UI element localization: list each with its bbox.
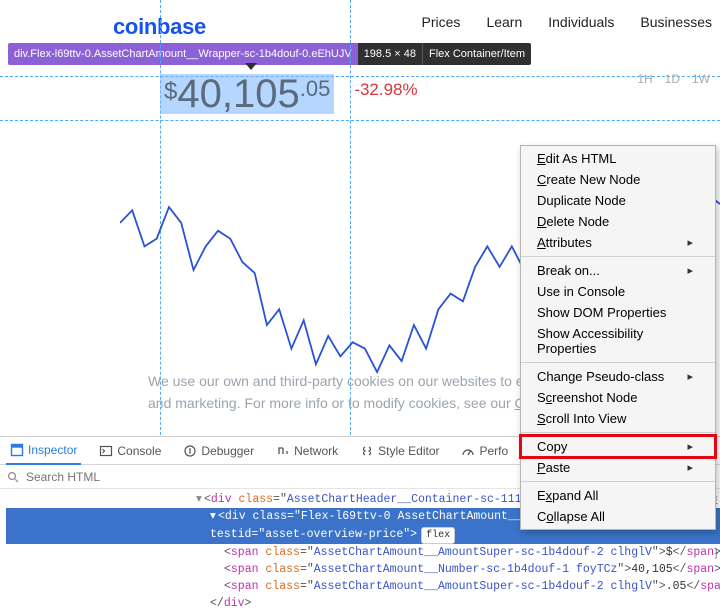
context-menu-item-label: Collapse All	[537, 509, 605, 524]
nav-individuals[interactable]: Individuals	[548, 14, 614, 30]
tab-inspector[interactable]: Inspector	[6, 437, 81, 465]
context-menu-item[interactable]: Edit As HTML	[521, 148, 715, 169]
debugger-icon	[183, 444, 197, 458]
context-menu-item[interactable]: Change Pseudo-class	[521, 366, 715, 387]
context-menu-item[interactable]: Paste	[521, 457, 715, 478]
context-menu-separator	[521, 481, 715, 482]
tab-inspector-label: Inspector	[28, 443, 77, 457]
context-menu-item[interactable]: Screenshot Node	[521, 387, 715, 408]
context-menu-item-label: Delete Node	[537, 214, 609, 229]
context-menu-separator	[521, 256, 715, 257]
context-menu-item-label: Edit As HTML	[537, 151, 616, 166]
context-menu-item[interactable]: Scroll Into View	[521, 408, 715, 429]
context-menu-item-label: Expand All	[537, 488, 598, 503]
tab-style-editor[interactable]: Style Editor	[356, 437, 443, 465]
tooltip-dimensions: 198.5 × 48	[358, 43, 422, 65]
cookie-line1: We use our own and third-party cookies o…	[148, 373, 524, 389]
context-menu-item-label: Show DOM Properties	[537, 305, 666, 320]
nav-businesses[interactable]: Businesses	[640, 14, 712, 30]
context-menu-item[interactable]: Copy	[521, 436, 715, 457]
tab-1w[interactable]: 1W	[692, 72, 710, 86]
price-minor: 05	[306, 76, 330, 102]
tab-console-label: Console	[117, 444, 161, 458]
context-menu-item-label: Create New Node	[537, 172, 640, 187]
tree-row-span2[interactable]: <span class="AssetChartAmount__Number-sc…	[6, 561, 720, 578]
tab-network-label: Network	[294, 444, 338, 458]
search-icon	[6, 470, 20, 484]
tree-row-close-div[interactable]: </div>	[6, 595, 720, 612]
tab-1d[interactable]: 1D	[665, 72, 680, 86]
context-menu-item-label: Screenshot Node	[537, 390, 637, 405]
asset-price-row: $ 40,105 . 05 -32.98%	[160, 74, 418, 114]
time-range-tabs: 1H 1D 1W	[637, 72, 710, 86]
highlight-guide-bottom	[0, 120, 720, 121]
context-menu-item[interactable]: Use in Console	[521, 281, 715, 302]
context-menu-item[interactable]: Expand All	[521, 485, 715, 506]
tab-network[interactable]: Network	[272, 437, 342, 465]
context-menu-item-label: Change Pseudo-class	[537, 369, 664, 384]
context-menu-item[interactable]: Collapse All	[521, 506, 715, 527]
context-menu-item[interactable]: Delete Node	[521, 211, 715, 232]
percent-change: -32.98%	[354, 80, 417, 100]
tab-performance[interactable]: Perfo	[457, 437, 512, 465]
console-icon	[99, 444, 113, 458]
context-menu-item[interactable]: Break on...	[521, 260, 715, 281]
context-menu-item-label: Paste	[537, 460, 570, 475]
context-menu-item-label: Scroll Into View	[537, 411, 626, 426]
context-menu-item-label: Break on...	[537, 263, 600, 278]
nav-prices[interactable]: Prices	[422, 14, 461, 30]
context-menu-item-label: Attributes	[537, 235, 592, 250]
style-icon	[360, 444, 374, 458]
css-rule-close: }	[714, 547, 718, 559]
context-menu-item[interactable]: Create New Node	[521, 169, 715, 190]
context-menu-separator	[521, 432, 715, 433]
site-header: coinbase Prices Learn Individuals Busine…	[0, 0, 720, 42]
context-menu-item[interactable]: Attributes	[521, 232, 715, 253]
tab-perf-label: Perfo	[479, 444, 508, 458]
context-menu-item[interactable]: Show DOM Properties	[521, 302, 715, 323]
tab-1h[interactable]: 1H	[637, 72, 652, 86]
performance-icon	[461, 444, 475, 458]
asset-price: $ 40,105 . 05	[160, 74, 334, 114]
price-currency: $	[164, 78, 177, 106]
tooltip-role: Flex Container/Item	[422, 43, 531, 65]
context-menu-item-label: Copy	[537, 439, 567, 454]
tab-debugger[interactable]: Debugger	[179, 437, 258, 465]
tab-style-label: Style Editor	[378, 444, 439, 458]
top-nav: Prices Learn Individuals Businesses	[422, 14, 720, 30]
tooltip-selector: div.Flex-l69ttv-0.AssetChartAmount__Wrap…	[8, 43, 358, 65]
tab-debugger-label: Debugger	[201, 444, 254, 458]
context-menu-separator	[521, 362, 715, 363]
inspector-icon	[10, 443, 24, 457]
network-icon	[276, 444, 290, 458]
tooltip-arrow-icon	[245, 63, 257, 70]
context-menu-item[interactable]: Show Accessibility Properties	[521, 323, 715, 359]
context-menu: Edit As HTML Create New Node Duplicate Nod…	[520, 145, 716, 530]
devtools-highlight-tooltip: div.Flex-l69ttv-0.AssetChartAmount__Wrap…	[8, 43, 531, 65]
nav-learn[interactable]: Learn	[486, 14, 522, 30]
tree-row-span3[interactable]: <span class="AssetChartAmount__AmountSup…	[6, 578, 720, 595]
price-major: 40,105	[177, 74, 299, 114]
tree-row-span1[interactable]: <span class="AssetChartAmount__AmountSup…	[6, 544, 720, 561]
cookie-line2a: and marketing. For more info or to modif…	[148, 395, 515, 411]
search-html-input[interactable]	[26, 470, 226, 484]
tab-console[interactable]: Console	[95, 437, 165, 465]
context-menu-item[interactable]: Duplicate Node	[521, 190, 715, 211]
context-menu-item-label: Duplicate Node	[537, 193, 626, 208]
context-menu-item-label: Use in Console	[537, 284, 625, 299]
context-menu-item-label: Show Accessibility Properties	[537, 326, 693, 356]
